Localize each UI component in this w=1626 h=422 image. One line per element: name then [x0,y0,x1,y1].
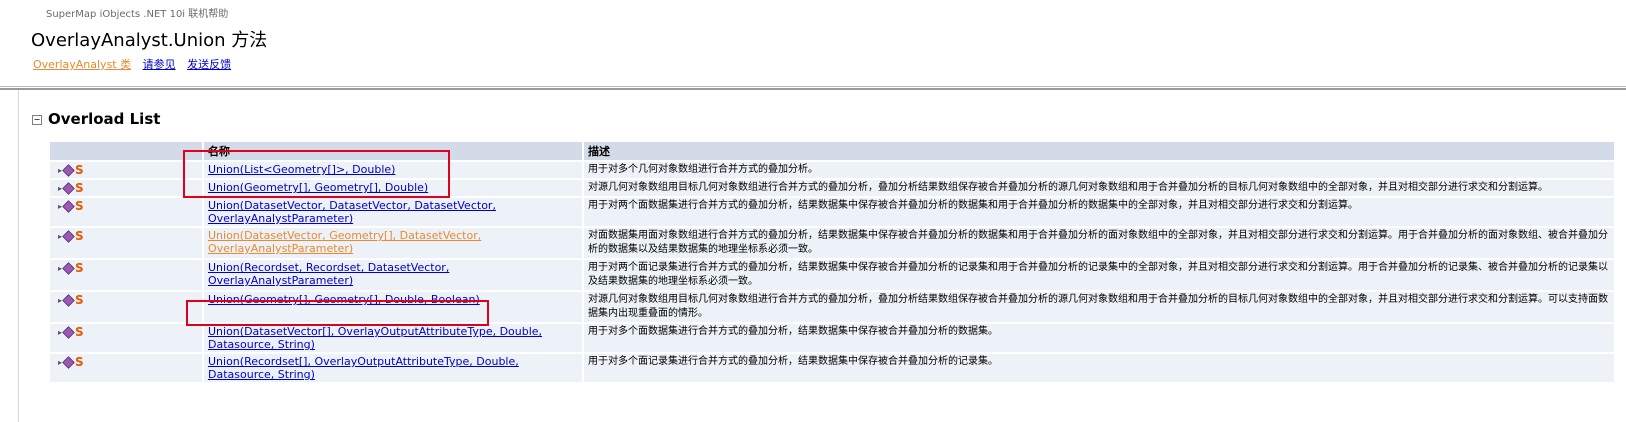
member-icon-cell: ▸ S [50,260,202,290]
public-method-icon: ▸ S [58,230,84,243]
public-method-icon: ▸ S [58,262,84,275]
static-icon: S [75,199,84,213]
public-method-icon: ▸ S [58,164,84,177]
table-row: ▸ S Union(DatasetVector, Geometry[], Datas… [50,228,1614,258]
method-gem-icon [62,262,75,275]
member-icon-cell: ▸ S [50,354,202,382]
overload-link[interactable]: Union(DatasetVector, DatasetVector, Data… [208,199,496,225]
member-desc-cell: 对面数据集用面对象数组进行合并方式的叠加分析，结果数据集中保存被合并叠加分析的数… [584,228,1614,258]
method-gem-icon [62,294,75,307]
member-name-cell: Union(Recordset, Recordset, DatasetVecto… [204,260,582,290]
method-gem-icon [62,164,75,177]
method-gem-icon [62,182,75,195]
method-gem-icon [62,326,75,339]
overload-link[interactable]: Union(Recordset[], OverlayOutputAttribut… [208,355,519,381]
member-desc-cell: 对源几何对象数组用目标几何对象数组进行合并方式的叠加分析，叠加分析结果数组保存被… [584,180,1614,196]
left-border [18,90,19,422]
collapse-icon[interactable]: − [32,115,42,125]
page-title: OverlayAnalyst.Union 方法 [31,30,268,51]
member-desc-cell: 用于对两个面数据集进行合并方式的叠加分析，结果数据集中保存被合并叠加分析的数据集… [584,198,1614,226]
static-icon: S [75,181,84,195]
member-desc-cell: 用于对多个几何对象数组进行合并方式的叠加分析。 [584,162,1614,178]
public-method-icon: ▸ S [58,294,84,307]
product-name: SuperMap iObjects .NET 10i 联机帮助 [46,9,229,20]
static-icon: S [75,229,84,243]
member-icon-cell: ▸ S [50,198,202,226]
static-icon: S [75,261,84,275]
member-desc-cell: 用于对多个面数据集进行合并方式的叠加分析，结果数据集中保存被合并叠加分析的数据集… [584,324,1614,352]
member-desc-cell: 用于对多个面记录集进行合并方式的叠加分析，结果数据集中保存被合并叠加分析的记录集… [584,354,1614,382]
method-gem-icon [62,356,75,369]
table-row: ▸ S Union(Recordset[], OverlayOutputAttrib… [50,354,1614,382]
link-send-feedback[interactable]: 发送反馈 [187,58,231,71]
overload-link[interactable]: Union(Recordset, Recordset, DatasetVecto… [208,261,449,287]
link-see-also[interactable]: 请参见 [143,58,176,71]
member-icon-cell: ▸ S [50,292,202,322]
method-gem-icon [62,230,75,243]
overload-link[interactable]: Union(DatasetVector[], OverlayOutputAttr… [208,325,542,351]
member-desc-cell: 用于对两个面记录集进行合并方式的叠加分析，结果数据集中保存被合并叠加分析的记录集… [584,260,1614,290]
table-row: ▸ S Union(Recordset, Recordset, DatasetVec… [50,260,1614,290]
page-header: SuperMap iObjects .NET 10i 联机帮助 OverlayA… [0,0,1626,86]
member-desc-cell: 对源几何对象数组用目标几何对象数组进行合并方式的叠加分析，叠加分析结果数组保存被… [584,292,1614,322]
member-icon-cell: ▸ S [50,324,202,352]
header-icon-col [50,142,202,160]
static-icon: S [75,355,84,369]
public-method-icon: ▸ S [58,182,84,195]
member-icon-cell: ▸ S [50,180,202,196]
member-name-cell: Union(DatasetVector[], OverlayOutputAttr… [204,324,582,352]
highlight-box-2 [186,300,489,326]
section-title: Overload List [48,110,161,128]
member-icon-cell: ▸ S [50,162,202,178]
member-icon-cell: ▸ S [50,228,202,258]
method-gem-icon [62,200,75,213]
header-links: OverlayAnalyst 类 请参见 发送反馈 [33,56,239,72]
static-icon: S [75,293,84,307]
table-row: ▸ S Union(DatasetVector, DatasetVector, Da… [50,198,1614,226]
overload-link[interactable]: Union(DatasetVector, Geometry[], Dataset… [208,229,481,255]
member-name-cell: Union(DatasetVector, Geometry[], Dataset… [204,228,582,258]
section-heading[interactable]: − Overload List [32,110,160,128]
header-divider-thick [0,88,1626,90]
member-name-cell: Union(Recordset[], OverlayOutputAttribut… [204,354,582,382]
static-icon: S [75,325,84,339]
public-method-icon: ▸ S [58,326,84,339]
highlight-box-1 [183,150,450,198]
header-desc-col: 描述 [584,142,1614,160]
public-method-icon: ▸ S [58,356,84,369]
public-method-icon: ▸ S [58,200,84,213]
static-icon: S [75,163,84,177]
header-divider [0,86,1626,87]
member-name-cell: Union(DatasetVector, DatasetVector, Data… [204,198,582,226]
link-overlayanalyst-class[interactable]: OverlayAnalyst 类 [33,58,131,71]
table-row: ▸ S Union(DatasetVector[], OverlayOutputAt… [50,324,1614,352]
